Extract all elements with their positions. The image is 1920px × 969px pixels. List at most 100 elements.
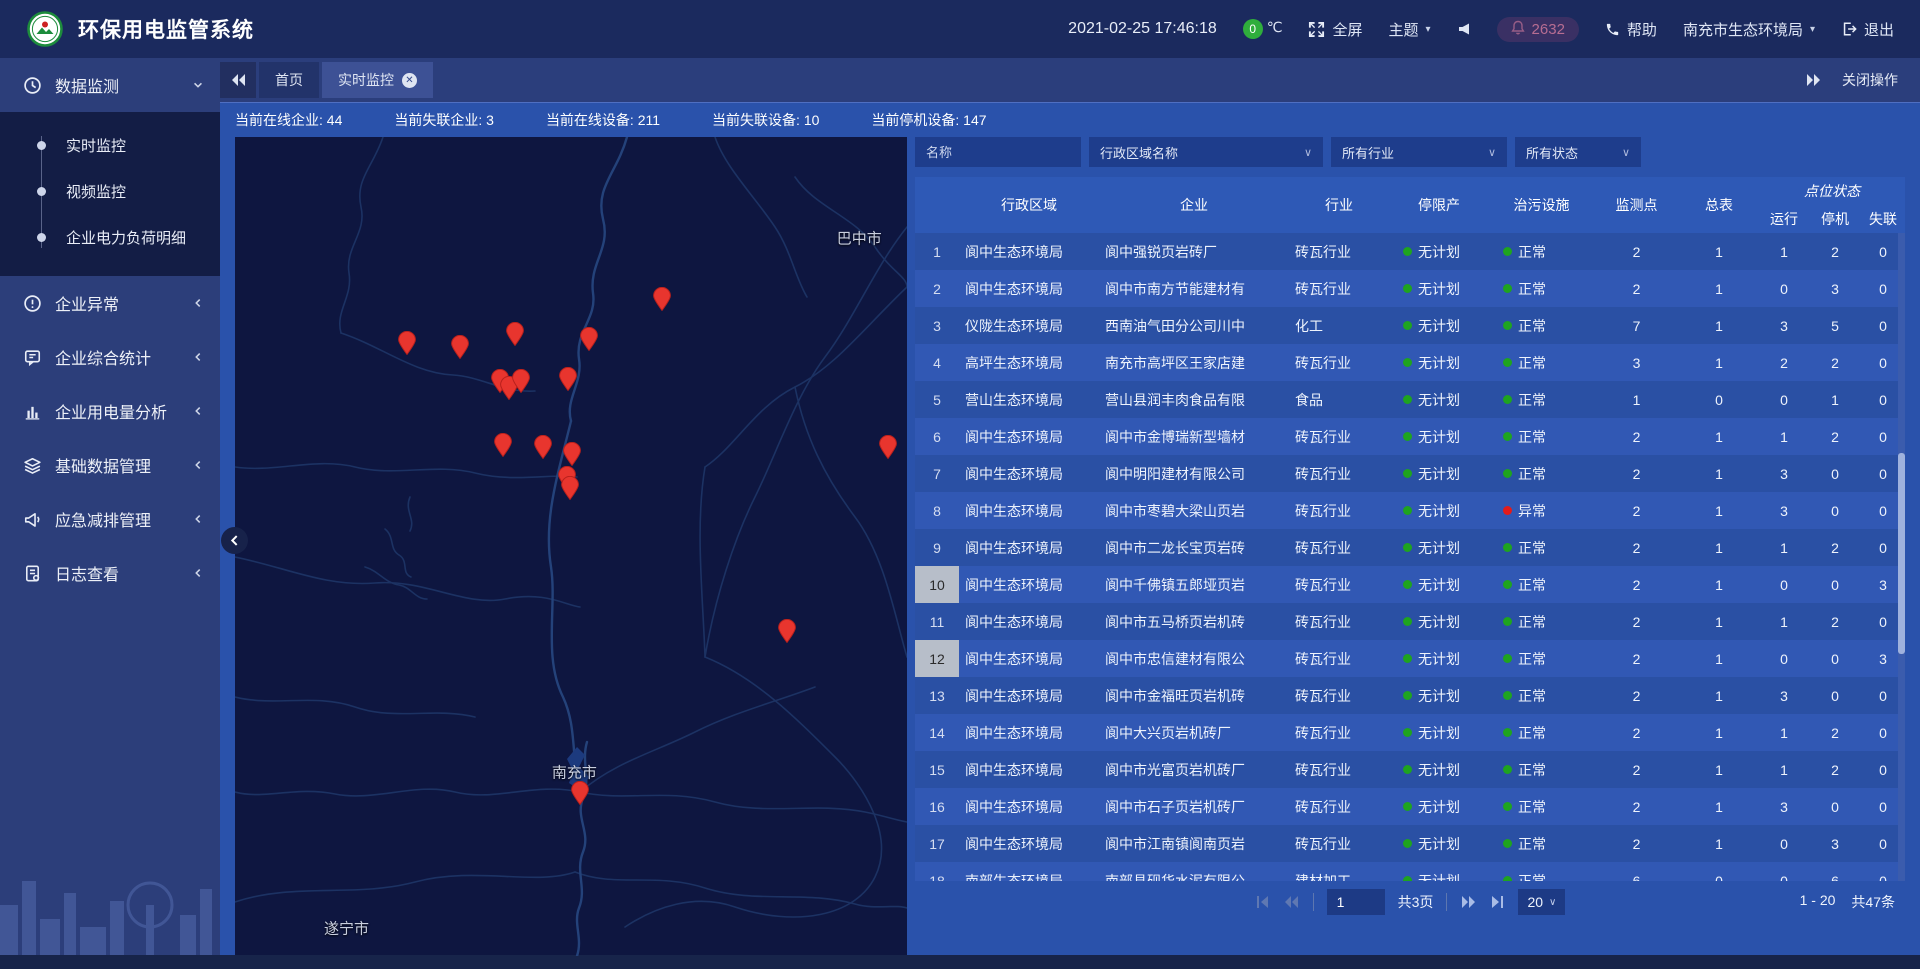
map-pin-icon[interactable] xyxy=(451,335,469,359)
last-page-button[interactable] xyxy=(1490,895,1505,909)
sound-toggle[interactable] xyxy=(1457,22,1471,36)
cell-industry: 砖瓦行业 xyxy=(1289,603,1389,640)
sidebar-subitem-video-monitor[interactable]: 视频监控 xyxy=(0,168,220,214)
divider xyxy=(1313,893,1314,911)
industry-select[interactable]: 所有行业 ∨ xyxy=(1331,137,1507,167)
sidebar-item-log-view[interactable]: 日志查看 xyxy=(0,546,220,600)
cell-pollution-facility: 正常 xyxy=(1489,751,1594,788)
record-range-label: 1 - 20 xyxy=(1800,892,1836,912)
help-button[interactable]: 帮助 xyxy=(1605,19,1657,40)
tab-home[interactable]: 首页 xyxy=(259,62,319,98)
cell-stopped: 2 xyxy=(1809,233,1861,270)
table-row[interactable]: 14阆中生态环境局阆中大兴页岩机砖厂砖瓦行业无计划正常21120 xyxy=(915,714,1905,751)
map-pin-icon[interactable] xyxy=(534,435,552,459)
sidebar-item-power-usage-analysis[interactable]: 企业用电量分析 xyxy=(0,384,220,438)
cell-total-meters: 1 xyxy=(1679,640,1759,677)
table-row[interactable]: 6阆中生态环境局阆中市金博瑞新型墙材砖瓦行业无计划正常21120 xyxy=(915,418,1905,455)
cell-monitor-points: 2 xyxy=(1594,566,1679,603)
table-row[interactable]: 17阆中生态环境局阆中市江南镇阆南页岩砖瓦行业无计划正常21030 xyxy=(915,825,1905,862)
cell-limit-production: 无计划 xyxy=(1389,862,1489,881)
sidebar-item-enterprise-abnormal[interactable]: 企业异常 xyxy=(0,276,220,330)
table-row[interactable]: 9阆中生态环境局阆中市二龙长宝页岩砖砖瓦行业无计划正常21120 xyxy=(915,529,1905,566)
table-row[interactable]: 12阆中生态环境局阆中市忠信建材有限公砖瓦行业无计划正常21003 xyxy=(915,640,1905,677)
map-pin-icon[interactable] xyxy=(571,781,589,805)
sidebar-subitem-power-load-detail[interactable]: 企业电力负荷明细 xyxy=(0,214,220,260)
close-operations-button[interactable]: 关闭操作 xyxy=(1842,70,1898,90)
table-row[interactable]: 8阆中生态环境局阆中市枣碧大梁山页岩砖瓦行业无计划异常21300 xyxy=(915,492,1905,529)
table-row[interactable]: 1阆中生态环境局阆中强锐页岩砖厂砖瓦行业无计划正常21120 xyxy=(915,233,1905,270)
tabs-scroll-right-button[interactable] xyxy=(1806,73,1822,87)
sidebar-item-enterprise-statistics[interactable]: 企业综合统计 xyxy=(0,330,220,384)
cell-limit-production: 无计划 xyxy=(1389,270,1489,307)
table-row[interactable]: 16阆中生态环境局阆中市石子页岩机砖厂砖瓦行业无计划正常21300 xyxy=(915,788,1905,825)
map-pin-icon[interactable] xyxy=(561,476,579,500)
map-pin-icon[interactable] xyxy=(563,442,581,466)
cell-region: 高坪生态环境局 xyxy=(959,344,1099,381)
notification-count: 2632 xyxy=(1532,21,1565,38)
table-row[interactable]: 3仪陇生态环境局西南油气田分公司川中化工无计划正常71350 xyxy=(915,307,1905,344)
column-subheader: 停机 xyxy=(1809,205,1861,233)
tab-close-icon[interactable]: ✕ xyxy=(402,73,417,88)
sidebar-collapse-handle[interactable] xyxy=(221,527,248,554)
cell-limit-production: 无计划 xyxy=(1389,788,1489,825)
status-select[interactable]: 所有状态 ∨ xyxy=(1515,137,1641,167)
row-number: 14 xyxy=(915,714,959,751)
row-number: 1 xyxy=(915,233,959,270)
map-panel[interactable]: 巴中市南充市遂宁市 xyxy=(235,137,907,955)
cell-industry: 砖瓦行业 xyxy=(1289,344,1389,381)
map-pin-icon[interactable] xyxy=(778,619,796,643)
map-pin-icon[interactable] xyxy=(398,331,416,355)
table-row[interactable]: 15阆中生态环境局阆中市光富页岩机砖厂砖瓦行业无计划正常21120 xyxy=(915,751,1905,788)
name-search-input[interactable] xyxy=(915,137,1081,167)
map-pin-icon[interactable] xyxy=(653,287,671,311)
cell-limit-production: 无计划 xyxy=(1389,640,1489,677)
table-row[interactable]: 7阆中生态环境局阆中明阳建材有限公司砖瓦行业无计划正常21300 xyxy=(915,455,1905,492)
table-row[interactable]: 18南部生态环境局南部县砚华水泥有限公建材加工无计划正常60060 xyxy=(915,862,1905,881)
map-pin-icon[interactable] xyxy=(506,322,524,346)
table-row[interactable]: 10阆中生态环境局阆中千佛镇五郎垭页岩砖瓦行业无计划正常21003 xyxy=(915,566,1905,603)
cell-limit-production: 无计划 xyxy=(1389,751,1489,788)
next-page-button[interactable] xyxy=(1460,895,1477,909)
alert-icon xyxy=(22,293,42,313)
first-page-button[interactable] xyxy=(1255,895,1270,909)
cell-industry: 砖瓦行业 xyxy=(1289,566,1389,603)
temperature-badge: 0 xyxy=(1243,19,1263,39)
cell-total-meters: 1 xyxy=(1679,714,1759,751)
limit-status-dot xyxy=(1403,580,1412,589)
map-pin-icon[interactable] xyxy=(494,433,512,457)
facility-status-dot xyxy=(1503,765,1512,774)
page-number-input[interactable] xyxy=(1327,889,1385,915)
scrollbar-thumb[interactable] xyxy=(1898,453,1905,654)
tabs-scroll-left-button[interactable] xyxy=(220,62,256,98)
table-row[interactable]: 13阆中生态环境局阆中市金福旺页岩机砖砖瓦行业无计划正常21300 xyxy=(915,677,1905,714)
fullscreen-button[interactable]: 全屏 xyxy=(1308,19,1362,40)
tab-realtime-monitor[interactable]: 实时监控 ✕ xyxy=(322,62,433,98)
cell-stopped: 0 xyxy=(1809,455,1861,492)
table-row[interactable]: 4高坪生态环境局南充市高坪区王家店建砖瓦行业无计划正常31220 xyxy=(915,344,1905,381)
logout-button[interactable]: 退出 xyxy=(1841,19,1894,40)
table-scrollbar[interactable] xyxy=(1898,233,1905,881)
previous-page-button[interactable] xyxy=(1283,895,1300,909)
row-number: 17 xyxy=(915,825,959,862)
table-row[interactable]: 11阆中生态环境局阆中市五马桥页岩机砖砖瓦行业无计划正常21120 xyxy=(915,603,1905,640)
org-dropdown[interactable]: 南充市生态环境局 ▾ xyxy=(1683,19,1815,40)
map-pin-icon[interactable] xyxy=(559,367,577,391)
theme-dropdown[interactable]: 主题 ▾ xyxy=(1389,19,1431,40)
chevron-left-icon xyxy=(192,405,204,417)
table-row[interactable]: 5营山生态环境局营山县润丰肉食品有限食品无计划正常10010 xyxy=(915,381,1905,418)
sidebar-item-data-monitoring[interactable]: 数据监测 xyxy=(0,58,220,112)
column-subheader: 失联 xyxy=(1861,205,1905,233)
map-pin-icon[interactable] xyxy=(512,369,530,393)
sidebar-item-base-data-management[interactable]: 基础数据管理 xyxy=(0,438,220,492)
chevron-left-icon xyxy=(192,567,204,579)
sidebar-item-emergency-reduction[interactable]: 应急减排管理 xyxy=(0,492,220,546)
map-pin-icon[interactable] xyxy=(580,327,598,351)
region-select[interactable]: 行政区域名称 ∨ xyxy=(1089,137,1323,167)
table-row[interactable]: 2阆中生态环境局阆中市南方节能建材有砖瓦行业无计划正常21030 xyxy=(915,270,1905,307)
page-size-select[interactable]: 20 ∨ xyxy=(1518,889,1565,915)
notification-badge[interactable]: 2632 xyxy=(1497,17,1579,42)
map-pin-icon[interactable] xyxy=(879,435,897,459)
cell-total-meters: 1 xyxy=(1679,492,1759,529)
sidebar-subitem-realtime-monitor[interactable]: 实时监控 xyxy=(0,122,220,168)
speaker-icon xyxy=(1457,22,1471,36)
